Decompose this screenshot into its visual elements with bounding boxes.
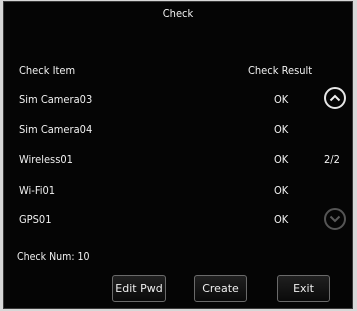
check-dialog: Check Check Item Check Result Sim Camera… (3, 1, 353, 309)
column-header-check-result: Check Result (248, 64, 313, 77)
table-row: Sim Camera03 OK (4, 90, 324, 110)
check-item-name: Sim Camera04 (19, 123, 93, 136)
exit-button[interactable]: Exit (277, 275, 330, 302)
check-item-name: Wi-Fi01 (19, 184, 56, 197)
chevron-up-icon (329, 94, 341, 102)
check-item-result: OK (274, 184, 289, 197)
edit-pwd-button[interactable]: Edit Pwd (112, 275, 166, 302)
check-item-name: Wireless01 (19, 153, 73, 166)
check-item-name: Sim Camera03 (19, 93, 93, 106)
check-item-result: OK (274, 213, 289, 226)
check-item-name: GPS01 (19, 213, 52, 226)
check-item-result: OK (274, 153, 289, 166)
table-row: Sim Camera04 OK (4, 120, 324, 140)
table-row: Wireless01 OK (4, 150, 324, 170)
chevron-down-icon (329, 215, 341, 223)
dialog-title: Check (162, 7, 194, 20)
page-up-button[interactable] (324, 87, 346, 109)
create-button[interactable]: Create (194, 275, 247, 302)
page-down-button[interactable] (324, 208, 346, 230)
check-item-result: OK (274, 123, 289, 136)
column-header-check-item: Check Item (19, 64, 76, 77)
page-indicator: 2/2 (324, 153, 340, 166)
table-row: Wi-Fi01 OK (4, 181, 324, 201)
check-item-result: OK (274, 93, 289, 106)
table-row: GPS01 OK (4, 210, 324, 230)
check-count: Check Num: 10 (17, 251, 90, 263)
